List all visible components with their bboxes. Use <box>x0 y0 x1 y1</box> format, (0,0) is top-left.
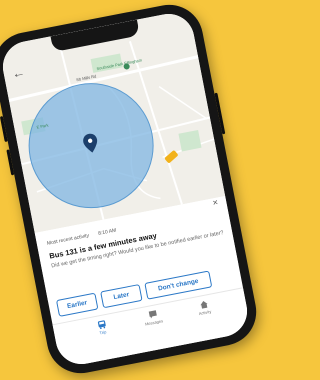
tab-trip[interactable]: Trip <box>81 316 123 338</box>
back-arrow-icon[interactable]: ← <box>11 64 27 81</box>
power-button <box>214 92 226 135</box>
bus-icon <box>97 320 106 330</box>
close-icon[interactable]: ✕ <box>212 199 219 208</box>
home-icon <box>199 301 208 309</box>
tab-messages[interactable]: Messages <box>132 306 174 328</box>
map-view[interactable]: ← Sb Mills Rd Southside Park Effingham E… <box>0 9 226 234</box>
tab-activity[interactable]: Activity <box>183 296 225 318</box>
recent-activity-time: 8:10 AM <box>97 227 117 237</box>
phone-mockup: ← Sb Mills Rd Southside Park Effingham E… <box>0 0 263 380</box>
message-icon <box>148 310 157 319</box>
volume-down-button <box>6 149 15 176</box>
volume-up-button <box>0 115 8 143</box>
phone-screen: ← Sb Mills Rd Southside Park Effingham E… <box>0 9 252 369</box>
